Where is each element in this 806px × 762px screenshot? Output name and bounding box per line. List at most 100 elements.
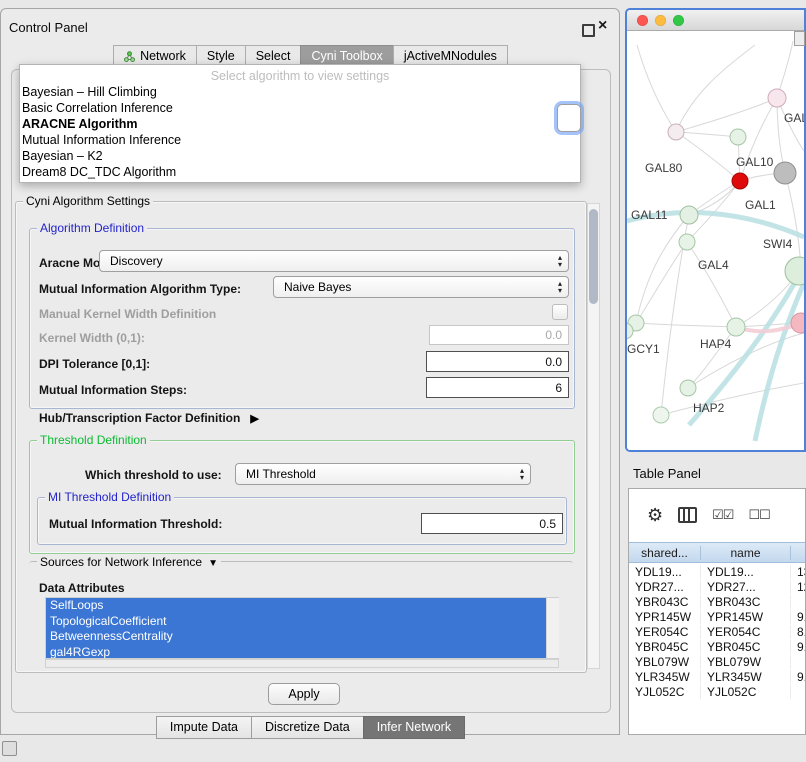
bottom-tab-infer-network[interactable]: Infer Network [363, 716, 465, 739]
attribute-item-betweennesscentrality[interactable]: BetweennessCentrality [46, 629, 547, 645]
column-header-1[interactable]: shared... [629, 546, 701, 560]
network-node[interactable] [730, 129, 746, 145]
network-node[interactable] [768, 89, 786, 107]
network-node[interactable] [774, 162, 796, 184]
network-node[interactable] [785, 257, 804, 285]
hub-section-toggle[interactable]: Hub/Transcription Factor Definition [39, 409, 259, 427]
network-graph[interactable]: GAL80GAL10GAL1GAL11SWI4GAL4GCY1HAP4HAP2G… [627, 31, 804, 451]
table-row[interactable]: YDR27...YDR27...12 [629, 579, 806, 594]
network-edge [676, 45, 755, 132]
mi-threshold-input[interactable]: 0.5 [421, 513, 563, 534]
network-icon [124, 51, 135, 62]
updown-arrows-icon [558, 280, 562, 294]
table-cell: YBR043C [701, 595, 791, 609]
table-cell: YDR27... [701, 580, 791, 594]
attribute-item-gal4rgexp[interactable]: gal4RGexp [46, 645, 547, 660]
select-checked-icon[interactable] [712, 507, 733, 523]
algorithm-combo-button[interactable] [557, 104, 581, 132]
mi-steps-label: Mutual Information Steps: [39, 381, 187, 399]
network-node[interactable] [680, 380, 696, 396]
node-label-gal11: GAL11 [631, 208, 668, 222]
table-cell: YPR145W [629, 610, 701, 624]
close-icon[interactable] [598, 17, 607, 35]
network-canvas[interactable]: GAL80GAL10GAL1GAL11SWI4GAL4GCY1HAP4HAP2G… [627, 31, 804, 451]
algorithm-definition-title: Algorithm Definition [37, 221, 147, 235]
algorithm-option-basic-correlation-inference[interactable]: Basic Correlation Inference [20, 100, 580, 116]
minimize-button[interactable] [655, 15, 666, 26]
which-threshold-label: Which threshold to use: [85, 466, 222, 484]
desktop: Control Panel NetworkStyleSelectCyni Too… [0, 0, 806, 762]
manual-kernel-width-checkbox[interactable] [552, 304, 568, 320]
network-node[interactable] [680, 206, 698, 224]
algorithm-option-mutual-information-inference[interactable]: Mutual Information Inference [20, 132, 580, 148]
gear-icon[interactable] [647, 505, 663, 526]
table-cell: YBL079W [701, 655, 791, 669]
column-selector-icon[interactable] [678, 507, 697, 523]
table-cell: YDR27... [629, 580, 701, 594]
attribute-item-selfloops[interactable]: SelfLoops [46, 598, 547, 614]
table-row[interactable]: YJL052CYJL052C [629, 684, 806, 699]
algorithm-option-bayesian-hill-climbing[interactable]: Bayesian – Hill Climbing [20, 84, 580, 100]
node-label-gcy1: GCY1 [627, 342, 660, 356]
network-edge [785, 173, 801, 269]
control-panel-window: Control Panel NetworkStyleSelectCyni Too… [0, 8, 620, 735]
which-threshold-select[interactable]: MI Threshold [235, 463, 531, 485]
hub-section-label: Hub/Transcription Factor Definition [39, 411, 240, 425]
column-header-2[interactable]: name [701, 546, 791, 560]
attribute-item-topologicalcoefficient[interactable]: TopologicalCoefficient [46, 614, 547, 630]
dpi-tolerance-input[interactable]: 0.0 [426, 351, 569, 372]
node-label-gal1: GAL1 [745, 198, 776, 212]
table-row[interactable]: YBL079WYBL079W [629, 654, 806, 669]
list-vertical-scrollbar[interactable] [546, 598, 559, 658]
table-row[interactable]: YPR145WYPR145W9. [629, 609, 806, 624]
table-row[interactable]: YBR045CYBR045C9. [629, 639, 806, 654]
network-scrollbar-button[interactable] [794, 31, 805, 46]
sources-section-toggle[interactable]: Sources for Network Inference [37, 554, 221, 570]
node-label-hap4: HAP4 [700, 337, 732, 351]
dpi-tolerance-label: DPI Tolerance [0,1]: [39, 355, 150, 373]
taskbar-panel-icon[interactable] [2, 741, 17, 756]
table-body: YDL19...YDL19...13YDR27...YDR27...12YBR0… [629, 564, 806, 699]
table-row[interactable]: YER054CYER054C8. [629, 624, 806, 639]
node-label-gal10: GAL10 [736, 155, 774, 169]
node-label-gal80: GAL80 [645, 161, 683, 175]
algorithm-option-bayesian-k2[interactable]: Bayesian – K2 [20, 148, 580, 164]
tab-label: Select [256, 49, 291, 63]
network-edge [687, 242, 736, 327]
table-cell: YBR045C [629, 640, 701, 654]
node-label-gal4: GAL4 [698, 258, 729, 272]
float-window-icon[interactable] [582, 24, 595, 37]
algorithm-option-dream8-dc-tdc-algorithm[interactable]: Dream8 DC_TDC Algorithm [20, 164, 580, 180]
zoom-button[interactable] [673, 15, 684, 26]
list-horizontal-scrollbar[interactable] [45, 659, 559, 668]
table-row[interactable]: YLR345WYLR345W9. [629, 669, 806, 684]
table-cell: 9. [791, 640, 806, 654]
table-header-row: shared...name [629, 542, 806, 563]
network-node[interactable] [727, 318, 745, 336]
tab-label: jActiveMNodules [404, 49, 497, 63]
settings-scrollbar-thumb[interactable] [589, 209, 598, 304]
node-label-gal: GAL [784, 111, 804, 125]
table-cell: YER054C [629, 625, 701, 639]
network-node[interactable] [732, 173, 748, 189]
mi-algorithm-type-label: Mutual Information Algorithm Type: [39, 280, 241, 298]
bottom-tab-discretize-data[interactable]: Discretize Data [251, 716, 364, 739]
bottom-tab-impute-data[interactable]: Impute Data [156, 716, 252, 739]
table-row[interactable]: YBR043CYBR043C [629, 594, 806, 609]
aracne-mode-select[interactable]: Discovery [99, 250, 569, 272]
network-node[interactable] [653, 407, 669, 423]
apply-button[interactable]: Apply [268, 683, 340, 705]
network-node[interactable] [679, 234, 695, 250]
mi-steps-input[interactable]: 6 [426, 377, 569, 398]
kernel-width-input[interactable]: 0.0 [429, 325, 569, 345]
network-window-titlebar[interactable] [627, 10, 804, 31]
network-node[interactable] [668, 124, 684, 140]
table-toolbar [629, 489, 806, 541]
close-button[interactable] [637, 15, 648, 26]
bottom-tab-bar: Impute DataDiscretize DataInfer Network [1, 716, 621, 739]
table-row[interactable]: YDL19...YDL19...13 [629, 564, 806, 579]
table-cell: 8. [791, 625, 806, 639]
algorithm-option-aracne-algorithm[interactable]: ARACNE Algorithm [20, 116, 580, 132]
select-unchecked-icon[interactable] [748, 507, 769, 523]
mi-algorithm-type-select[interactable]: Naive Bayes [273, 276, 569, 298]
